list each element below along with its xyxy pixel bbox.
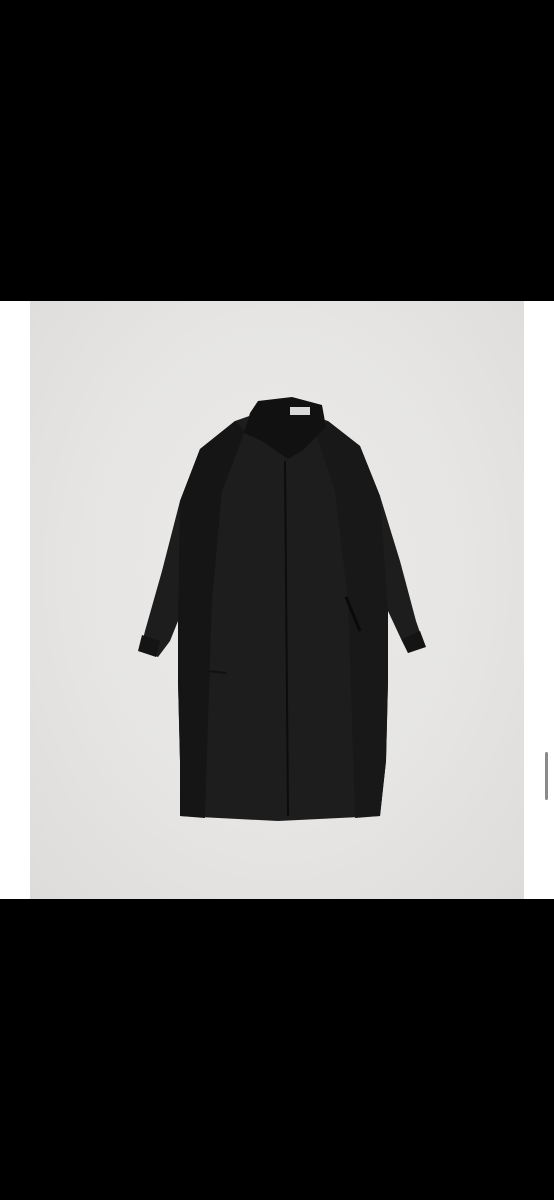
coat-icon <box>138 397 426 821</box>
collar-label <box>290 407 310 415</box>
product-photo[interactable] <box>30 301 524 899</box>
scroll-indicator[interactable] <box>545 752 548 800</box>
photo-frame <box>0 301 554 899</box>
image-viewer <box>0 0 554 1200</box>
